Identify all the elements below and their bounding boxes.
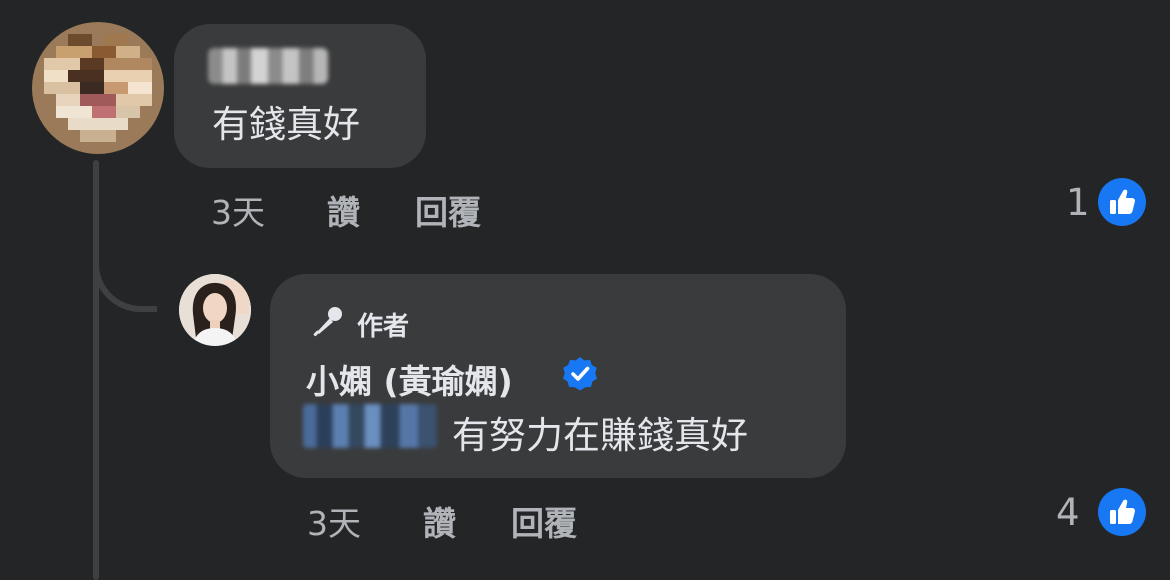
microphone-icon: [308, 301, 348, 341]
mention-blurred[interactable]: [303, 404, 437, 448]
reply-text: 有努力在賺錢真好: [452, 414, 748, 457]
author-name[interactable]: 小嫻 (黃瑜嫻): [306, 355, 513, 403]
like-count[interactable]: 1: [1066, 181, 1090, 224]
comment-text: 有錢真好: [212, 103, 360, 146]
thumbs-up-icon[interactable]: [1098, 178, 1146, 226]
author-avatar[interactable]: [179, 274, 251, 346]
author-tag: 作者: [357, 312, 410, 342]
commenter-avatar[interactable]: [32, 22, 164, 154]
comment-time[interactable]: 3天: [211, 186, 265, 234]
reply-action[interactable]: 回覆: [415, 186, 481, 234]
thread-connector: [93, 230, 157, 312]
verified-badge-icon: [560, 354, 600, 394]
commenter-name-blurred[interactable]: [208, 48, 328, 84]
reply-like-count[interactable]: 4: [1056, 491, 1080, 534]
thumbs-up-icon[interactable]: [1098, 488, 1146, 536]
thread-line: [93, 160, 99, 580]
like-action[interactable]: 讚: [327, 186, 360, 234]
reply-like-action[interactable]: 讚: [423, 497, 456, 545]
reply-reply-action[interactable]: 回覆: [511, 497, 577, 545]
reply-time[interactable]: 3天: [307, 497, 361, 545]
